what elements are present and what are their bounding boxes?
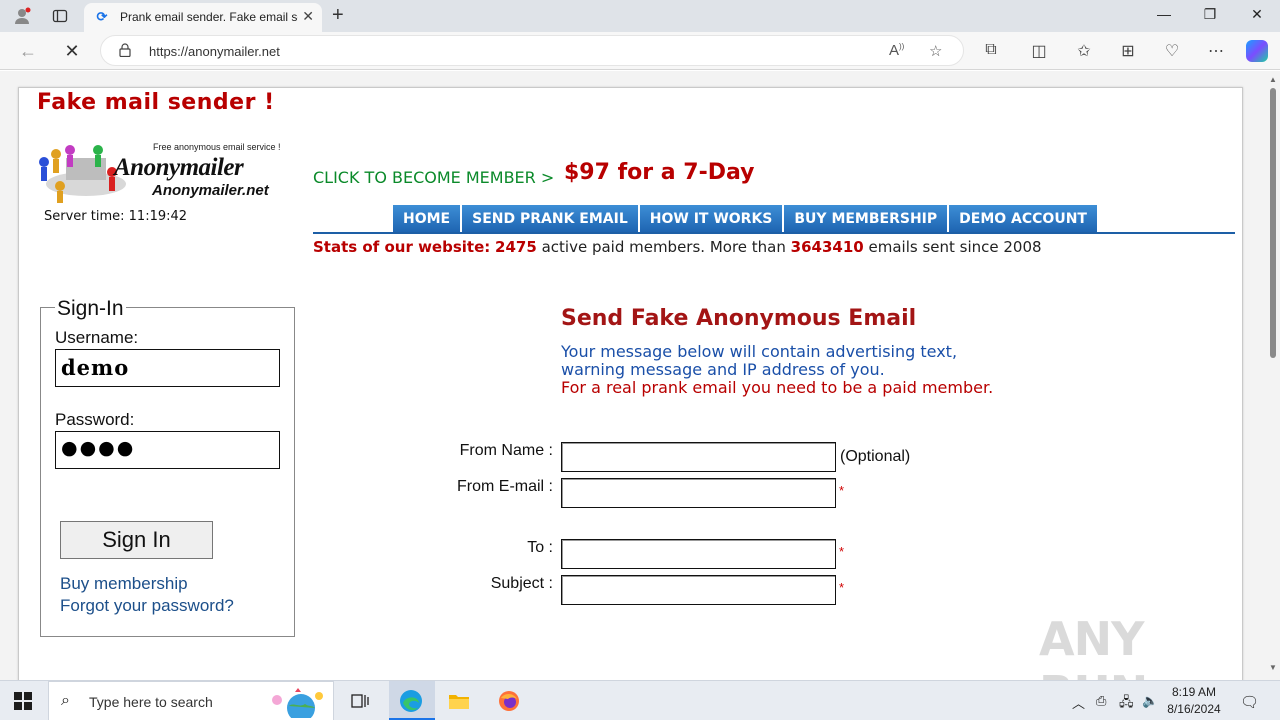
- back-icon[interactable]: ←: [17, 41, 39, 62]
- page-container: Fake mail sender ! Free anonymous email …: [18, 87, 1243, 680]
- taskbar-search-placeholder: Type here to search: [89, 694, 213, 710]
- from-email-required-mark: *: [839, 483, 845, 498]
- logo-domain: Anonymailer.net: [152, 182, 269, 199]
- from-name-input[interactable]: [561, 442, 836, 472]
- browser-address-bar: ← ✕ https://anonymailer.net A)) ☆ ⧉ ◫ ✩ …: [0, 32, 1280, 70]
- scroll-up-icon[interactable]: ▲: [1269, 75, 1277, 84]
- tab-actions-icon[interactable]: [50, 6, 70, 26]
- extensions-icon[interactable]: ⧉: [980, 41, 1002, 59]
- url-text: https://anonymailer.net: [149, 44, 280, 59]
- profile-icon[interactable]: [12, 6, 32, 26]
- search-icon: ⌕: [61, 692, 70, 709]
- menu-item-send-prank-email[interactable]: SEND PRANK EMAIL: [462, 205, 640, 233]
- password-label: Password:: [55, 410, 135, 429]
- windows-taskbar: ⌕ Type here to search ︿ ⎙ 🖧 🔈 8:19 AM 8/…: [0, 680, 1280, 720]
- menu-item-buy-membership[interactable]: BUY MEMBERSHIP: [784, 205, 950, 233]
- network-icon[interactable]: 🖧: [1119, 693, 1134, 715]
- subject-input[interactable]: [561, 575, 836, 605]
- url-field[interactable]: https://anonymailer.net A)) ☆: [100, 35, 964, 66]
- more-menu-icon[interactable]: ⋯: [1205, 41, 1227, 61]
- edge-browser-icon[interactable]: [399, 689, 423, 713]
- taskbar-clock[interactable]: 8:19 AM 8/16/2024: [1160, 684, 1228, 718]
- become-member-link[interactable]: CLICK TO BECOME MEMBER >: [313, 168, 554, 187]
- loading-favicon-icon: ⟳: [96, 9, 108, 24]
- stats-members-text: active paid members. More than: [541, 238, 786, 256]
- from-email-input[interactable]: [561, 478, 836, 508]
- from-name-optional-hint: (Optional): [840, 448, 911, 465]
- firefox-icon[interactable]: [497, 689, 521, 713]
- browser-essentials-icon[interactable]: ♡: [1161, 41, 1183, 61]
- stop-loading-icon[interactable]: ✕: [61, 41, 83, 62]
- file-explorer-icon[interactable]: [447, 689, 471, 713]
- to-label: To :: [527, 539, 553, 556]
- task-view-icon[interactable]: [348, 689, 372, 713]
- subject-required-mark: *: [839, 580, 845, 595]
- meet-now-icon[interactable]: ⎙: [1096, 693, 1106, 709]
- stats-emails-text: emails sent since 2008: [868, 238, 1042, 256]
- new-tab-icon[interactable]: +: [332, 4, 344, 27]
- subject-label: Subject :: [490, 575, 553, 592]
- minimize-icon[interactable]: —: [1154, 6, 1174, 22]
- password-field[interactable]: ●●●●: [55, 431, 280, 469]
- clock-time: 8:19 AM: [1171, 685, 1217, 699]
- show-hidden-icons-icon[interactable]: ︿: [1072, 693, 1085, 712]
- site-title: Fake mail sender !: [37, 90, 275, 115]
- to-input[interactable]: [561, 539, 836, 569]
- signin-button[interactable]: Sign In: [60, 521, 213, 559]
- tab-title: Prank email sender. Fake email se: [120, 10, 298, 24]
- signin-legend: Sign-In: [55, 297, 126, 321]
- notifications-icon[interactable]: 🗨: [1240, 693, 1259, 711]
- membership-price[interactable]: $97 for a 7-Day: [564, 160, 755, 185]
- forgot-password-link[interactable]: Forgot your password?: [60, 596, 234, 616]
- username-label: Username:: [55, 328, 139, 347]
- menu-item-home[interactable]: HOME: [393, 205, 463, 233]
- copilot-icon[interactable]: [1246, 40, 1268, 62]
- search-highlight-icon: [272, 688, 323, 718]
- from-name-label: From Name :: [459, 442, 553, 459]
- username-field[interactable]: demo: [55, 349, 280, 387]
- stats-members-count: 2475: [495, 238, 537, 256]
- menu-divider: [313, 232, 1235, 234]
- stats-prefix: Stats of our website:: [313, 238, 491, 256]
- close-window-icon[interactable]: ✕: [1247, 6, 1267, 23]
- browser-tab-bar: ⟳ Prank email sender. Fake email se ✕ + …: [0, 0, 1280, 32]
- split-screen-icon[interactable]: ◫: [1028, 41, 1050, 61]
- to-required-mark: *: [839, 544, 845, 559]
- anyrun-watermark: ANY RUN: [1039, 612, 1148, 680]
- browser-tab-active[interactable]: ⟳ Prank email sender. Fake email se ✕: [84, 3, 322, 32]
- favorite-star-icon[interactable]: ☆: [929, 42, 942, 60]
- form-heading: Send Fake Anonymous Email: [561, 306, 917, 331]
- collections-icon[interactable]: ⊞: [1117, 41, 1139, 61]
- form-note-line1: Your message below will contain advertis…: [561, 342, 958, 361]
- stats-emails-count: 3643410: [790, 238, 864, 256]
- menu-item-demo-account[interactable]: DEMO ACCOUNT: [949, 205, 1099, 233]
- anonymailer-logo[interactable]: Free anonymous email service ! Anonymail…: [36, 142, 281, 206]
- logo-name: Anonymailer: [114, 154, 244, 181]
- buy-membership-link[interactable]: Buy membership: [60, 574, 188, 594]
- menu-item-how-it-works[interactable]: HOW IT WORKS: [639, 205, 785, 233]
- lock-icon[interactable]: [119, 43, 131, 57]
- signin-box: Sign-In Username: demo Password: ●●●● Si…: [40, 297, 295, 637]
- restore-icon[interactable]: ❐: [1200, 6, 1220, 23]
- clock-date: 8/16/2024: [1167, 702, 1221, 716]
- windows-start-icon[interactable]: [14, 692, 32, 710]
- form-note-line3: For a real prank email you need to be a …: [561, 378, 994, 397]
- taskbar-search[interactable]: ⌕ Type here to search: [48, 681, 334, 720]
- scroll-thumb[interactable]: [1270, 88, 1276, 358]
- read-aloud-icon[interactable]: A)): [889, 42, 904, 59]
- main-menu: HOME SEND PRANK EMAIL HOW IT WORKS BUY M…: [393, 205, 1099, 233]
- site-stats: Stats of our website: 2475 active paid m…: [313, 238, 1042, 256]
- form-note-line2: warning message and IP address of you.: [561, 360, 885, 379]
- favorites-icon[interactable]: ✩: [1073, 41, 1095, 61]
- page-scrollbar[interactable]: ▲ ▼: [1266, 71, 1280, 680]
- page-viewport: Fake mail sender ! Free anonymous email …: [0, 71, 1280, 680]
- scroll-down-icon[interactable]: ▼: [1269, 663, 1277, 672]
- volume-icon[interactable]: 🔈: [1142, 693, 1158, 709]
- server-time: Server time: 11:19:42: [44, 209, 188, 224]
- logo-tagline: Free anonymous email service !: [153, 142, 281, 152]
- tab-close-icon[interactable]: ✕: [302, 8, 314, 25]
- from-email-label: From E-mail :: [457, 478, 553, 495]
